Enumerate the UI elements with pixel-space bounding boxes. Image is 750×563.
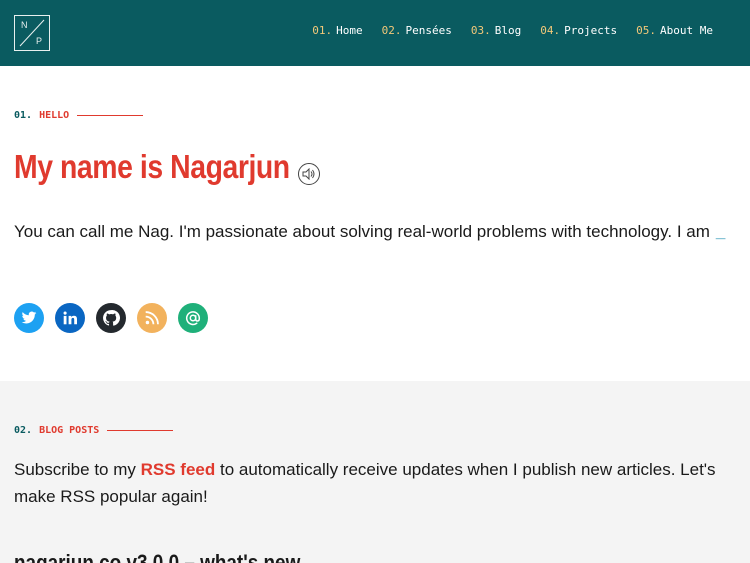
nav-label: Pensées bbox=[405, 24, 452, 37]
nav-number: 02. bbox=[381, 24, 402, 37]
main-nav: 01. Home 02. Pensées 03. Blog 04. Projects 0… bbox=[312, 24, 713, 37]
hello-section-label: 01. HELLO bbox=[14, 110, 144, 121]
rss-feed-link[interactable]: RSS feed bbox=[141, 460, 216, 479]
nav-label: Projects bbox=[564, 24, 618, 37]
section-rule bbox=[107, 430, 174, 431]
nav-item-blog[interactable]: 03. Blog bbox=[471, 24, 521, 37]
email-link[interactable] bbox=[178, 303, 208, 333]
rss-icon bbox=[145, 311, 159, 325]
nav-item-pensees[interactable]: 02. Pensées bbox=[382, 24, 452, 37]
blog-section-label: 02. BLOG POSTS bbox=[14, 425, 174, 436]
linkedin-icon bbox=[63, 311, 77, 325]
intro-sentence: You can call me Nag. I'm passionate abou… bbox=[14, 222, 710, 241]
section-number: 02. bbox=[14, 425, 33, 436]
social-links bbox=[14, 303, 208, 333]
nav-label: Blog bbox=[494, 24, 522, 37]
nav-item-about-me[interactable]: 05. About Me bbox=[636, 24, 713, 37]
section-title: BLOG POSTS bbox=[39, 425, 100, 436]
github-icon bbox=[103, 310, 120, 326]
nav-label: About Me bbox=[660, 24, 713, 37]
site-header: N P 01. Home 02. Pensées 03. Blog 04. Projec… bbox=[0, 0, 750, 66]
site-logo[interactable]: N P bbox=[14, 15, 50, 51]
logo-letter-n: N bbox=[21, 20, 28, 30]
nav-number: 04. bbox=[540, 24, 561, 37]
rss-link[interactable] bbox=[137, 303, 167, 333]
nav-number: 03. bbox=[470, 24, 491, 37]
nav-item-projects[interactable]: 04. Projects bbox=[540, 24, 617, 37]
section-title: HELLO bbox=[39, 110, 70, 121]
nav-number: 01. bbox=[312, 24, 333, 37]
nav-number: 05. bbox=[636, 24, 657, 37]
linkedin-link[interactable] bbox=[55, 303, 85, 333]
section-number: 01. bbox=[14, 110, 33, 121]
blog-intro-text: Subscribe to my RSS feed to automaticall… bbox=[14, 456, 734, 510]
twitter-link[interactable] bbox=[14, 303, 44, 333]
speaker-icon bbox=[302, 168, 315, 180]
github-link[interactable] bbox=[96, 303, 126, 333]
pronunciation-speaker-button[interactable] bbox=[298, 163, 320, 185]
section-rule bbox=[77, 115, 144, 116]
intro-text: You can call me Nag. I'm passionate abou… bbox=[14, 218, 734, 245]
nav-label: Home bbox=[336, 24, 363, 37]
hero-title: My name is Nagarjun bbox=[14, 148, 290, 185]
nav-item-home[interactable]: 01. Home bbox=[312, 24, 362, 37]
logo-letter-p: P bbox=[36, 36, 43, 46]
blog-post-title[interactable]: nagarjun.co v3.0.0 – what's new bbox=[14, 550, 300, 563]
email-icon bbox=[185, 311, 201, 326]
twitter-icon bbox=[21, 311, 37, 324]
typing-cursor: _ bbox=[715, 222, 726, 241]
blog-text-before: Subscribe to my bbox=[14, 460, 141, 479]
